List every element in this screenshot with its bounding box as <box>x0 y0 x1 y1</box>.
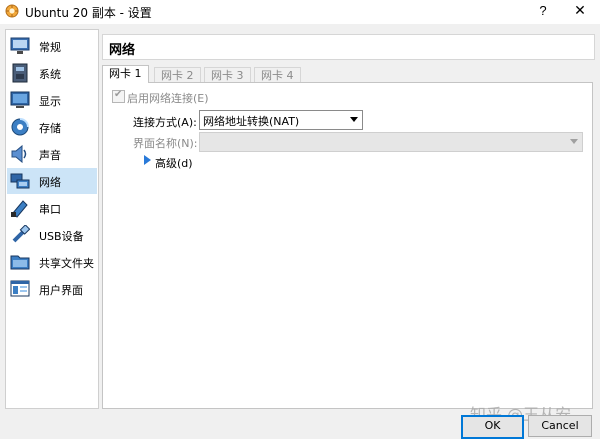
sidebar-item-audio[interactable]: 声音 <box>7 141 97 167</box>
shared-folder-icon <box>10 255 30 270</box>
sidebar-item-label: 显示 <box>39 95 61 108</box>
sidebar-item-label: 声音 <box>39 149 61 162</box>
tab-adapter-3[interactable]: 网卡 3 <box>204 67 251 83</box>
adapter-panel: ✔ 启用网络连接(E) 连接方式(A): 网络地址转换(NAT) 界面名称(N)… <box>102 82 593 409</box>
sidebar-item-user-interface[interactable]: 用户界面 <box>7 276 97 302</box>
sidebar-item-display[interactable]: 显示 <box>7 87 97 113</box>
advanced-toggle[interactable]: 高级(d) <box>155 155 193 171</box>
name-select[interactable] <box>199 132 583 152</box>
enable-adapter-label: 启用网络连接(E) <box>127 92 209 105</box>
checkmark-icon: ✔ <box>114 89 123 100</box>
sidebar-item-general[interactable]: 常规 <box>7 33 97 59</box>
sidebar-item-serial-port[interactable]: 串口 <box>7 195 97 221</box>
sidebar-item-label: 系统 <box>39 68 61 81</box>
user-interface-icon <box>10 280 30 297</box>
usb-icon <box>12 225 30 243</box>
sidebar-item-label: 网络 <box>39 176 61 189</box>
sidebar-item-label: 共享文件夹 <box>39 257 94 270</box>
title-bar: Ubuntu 20 副本 - 设置 ? ✕ <box>0 0 600 24</box>
page-title: 网络 <box>109 43 136 58</box>
display-monitor-icon <box>10 91 30 108</box>
system-chip-icon <box>12 63 28 83</box>
sidebar-item-label: 串口 <box>39 203 61 216</box>
settings-sidebar: 常规 系统 显示 存储 声音 网络 串口 USB设备 共享文件夹 用户界面 <box>5 29 99 409</box>
sidebar-item-storage[interactable]: 存储 <box>7 114 97 140</box>
help-button[interactable]: ? <box>526 0 560 24</box>
storage-disk-icon <box>11 118 29 136</box>
page-header: 网络 <box>102 34 595 60</box>
close-button[interactable]: ✕ <box>563 0 597 24</box>
chevron-down-icon <box>350 117 358 122</box>
sidebar-item-shared-folders[interactable]: 共享文件夹 <box>7 249 97 275</box>
sidebar-item-label: USB设备 <box>39 230 84 243</box>
virtualbox-app-icon <box>5 4 19 18</box>
sidebar-item-network[interactable]: 网络 <box>7 168 97 194</box>
tab-adapter-4[interactable]: 网卡 4 <box>254 67 301 83</box>
sidebar-item-usb[interactable]: USB设备 <box>7 222 97 248</box>
tab-adapter-2[interactable]: 网卡 2 <box>154 67 201 83</box>
general-monitor-icon <box>10 37 30 54</box>
chevron-down-icon <box>570 139 578 144</box>
speaker-icon <box>11 144 27 164</box>
name-label: 界面名称(N): <box>133 137 198 150</box>
sidebar-item-label: 存储 <box>39 122 61 135</box>
enable-adapter-checkbox[interactable]: ✔ <box>112 89 125 103</box>
sidebar-item-label: 用户界面 <box>39 284 83 297</box>
tab-adapter-1[interactable]: 网卡 1 <box>102 65 149 83</box>
serial-port-icon <box>11 200 28 218</box>
sidebar-item-label: 常规 <box>39 41 61 54</box>
cancel-button[interactable]: Cancel <box>528 415 592 437</box>
attached-to-select[interactable]: 网络地址转换(NAT) <box>199 110 363 130</box>
network-icon <box>10 173 30 189</box>
attached-to-label: 连接方式(A): <box>133 116 197 129</box>
sidebar-item-system[interactable]: 系统 <box>7 60 97 86</box>
window-title: Ubuntu 20 副本 - 设置 <box>25 6 152 20</box>
expand-arrow-icon[interactable] <box>144 155 151 165</box>
attached-to-value: 网络地址转换(NAT) <box>203 115 300 128</box>
ok-button[interactable]: OK <box>461 415 524 439</box>
